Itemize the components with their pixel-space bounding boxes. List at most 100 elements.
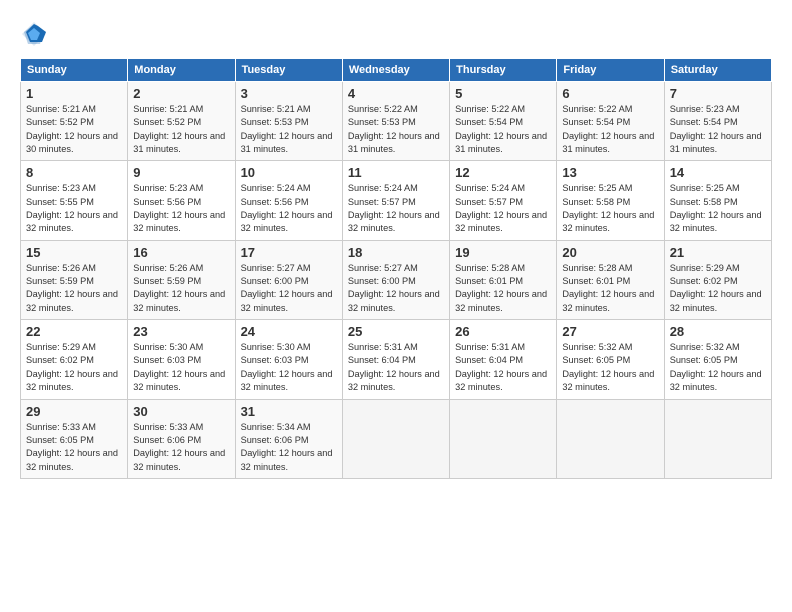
day-number: 31 [241,404,337,419]
day-number: 30 [133,404,229,419]
calendar-cell: 27 Sunrise: 5:32 AMSunset: 6:05 PMDayligh… [557,320,664,399]
day-number: 5 [455,86,551,101]
calendar-cell: 5 Sunrise: 5:22 AMSunset: 5:54 PMDaylight… [450,82,557,161]
day-info: Sunrise: 5:22 AMSunset: 5:54 PMDaylight:… [562,103,658,156]
day-number: 16 [133,245,229,260]
day-number: 1 [26,86,122,101]
calendar-week-row: 29Sunrise: 5:33 AMSunset: 6:05 PMDayligh… [21,399,772,478]
calendar-cell: 10 Sunrise: 5:24 AMSunset: 5:56 PMDayligh… [235,161,342,240]
calendar-cell: 20 Sunrise: 5:28 AMSunset: 6:01 PMDayligh… [557,240,664,319]
day-info: Sunrise: 5:21 AMSunset: 5:52 PMDaylight:… [26,103,122,156]
calendar-cell: 23 Sunrise: 5:30 AMSunset: 6:03 PMDayligh… [128,320,235,399]
day-number: 19 [455,245,551,260]
calendar-cell: 13Sunrise: 5:25 AMSunset: 5:58 PMDayligh… [557,161,664,240]
day-info: Sunrise: 5:23 AMSunset: 5:56 PMDaylight:… [133,182,229,235]
calendar-week-row: 22 Sunrise: 5:29 AMSunset: 6:02 PMDayligh… [21,320,772,399]
day-info: Sunrise: 5:31 AMSunset: 6:04 PMDaylight:… [348,341,444,394]
day-number: 28 [670,324,766,339]
calendar-cell: 18 Sunrise: 5:27 AMSunset: 6:00 PMDayligh… [342,240,449,319]
day-number: 22 [26,324,122,339]
day-number: 12 [455,165,551,180]
calendar-cell: 6 Sunrise: 5:22 AMSunset: 5:54 PMDaylight… [557,82,664,161]
day-info: Sunrise: 5:24 AMSunset: 5:56 PMDaylight:… [241,182,337,235]
day-info: Sunrise: 5:25 AMSunset: 5:58 PMDaylight:… [670,182,766,235]
calendar-week-row: 1 Sunrise: 5:21 AMSunset: 5:52 PMDaylight… [21,82,772,161]
calendar-cell: 4 Sunrise: 5:22 AMSunset: 5:53 PMDaylight… [342,82,449,161]
calendar-table: SundayMondayTuesdayWednesdayThursdayFrid… [20,58,772,479]
day-info: Sunrise: 5:31 AMSunset: 6:04 PMDaylight:… [455,341,551,394]
calendar-cell: 17 Sunrise: 5:27 AMSunset: 6:00 PMDayligh… [235,240,342,319]
calendar-cell [664,399,771,478]
calendar-cell: 15 Sunrise: 5:26 AMSunset: 5:59 PMDayligh… [21,240,128,319]
calendar-cell: 29Sunrise: 5:33 AMSunset: 6:05 PMDayligh… [21,399,128,478]
calendar-cell: 3Sunrise: 5:21 AMSunset: 5:53 PMDaylight… [235,82,342,161]
calendar-cell: 16 Sunrise: 5:26 AMSunset: 5:59 PMDayligh… [128,240,235,319]
calendar-cell: 31 Sunrise: 5:34 AMSunset: 6:06 PMDayligh… [235,399,342,478]
calendar-cell [450,399,557,478]
day-info: Sunrise: 5:29 AMSunset: 6:02 PMDaylight:… [670,262,766,315]
weekday-header-wednesday: Wednesday [342,59,449,82]
day-number: 4 [348,86,444,101]
calendar-week-row: 8Sunrise: 5:23 AMSunset: 5:55 PMDaylight… [21,161,772,240]
weekday-header-thursday: Thursday [450,59,557,82]
day-info: Sunrise: 5:22 AMSunset: 5:54 PMDaylight:… [455,103,551,156]
logo [20,18,52,48]
calendar-cell: 8Sunrise: 5:23 AMSunset: 5:55 PMDaylight… [21,161,128,240]
calendar-cell: 26Sunrise: 5:31 AMSunset: 6:04 PMDayligh… [450,320,557,399]
calendar-cell: 7 Sunrise: 5:23 AMSunset: 5:54 PMDaylight… [664,82,771,161]
day-number: 9 [133,165,229,180]
weekday-header-tuesday: Tuesday [235,59,342,82]
calendar-cell [342,399,449,478]
calendar-cell: 9 Sunrise: 5:23 AMSunset: 5:56 PMDaylight… [128,161,235,240]
day-info: Sunrise: 5:23 AMSunset: 5:55 PMDaylight:… [26,182,122,235]
day-number: 3 [241,86,337,101]
weekday-header-friday: Friday [557,59,664,82]
day-number: 25 [348,324,444,339]
day-number: 7 [670,86,766,101]
day-info: Sunrise: 5:25 AMSunset: 5:58 PMDaylight:… [562,182,658,235]
header [20,18,772,48]
day-info: Sunrise: 5:30 AMSunset: 6:03 PMDaylight:… [133,341,229,394]
day-number: 23 [133,324,229,339]
day-info: Sunrise: 5:24 AMSunset: 5:57 PMDaylight:… [348,182,444,235]
calendar-cell: 12 Sunrise: 5:24 AMSunset: 5:57 PMDayligh… [450,161,557,240]
day-info: Sunrise: 5:34 AMSunset: 6:06 PMDaylight:… [241,421,337,474]
day-info: Sunrise: 5:33 AMSunset: 6:05 PMDaylight:… [26,421,122,474]
calendar-cell: 21 Sunrise: 5:29 AMSunset: 6:02 PMDayligh… [664,240,771,319]
day-number: 20 [562,245,658,260]
weekday-header-monday: Monday [128,59,235,82]
day-number: 27 [562,324,658,339]
logo-icon [20,20,48,48]
day-info: Sunrise: 5:27 AMSunset: 6:00 PMDaylight:… [241,262,337,315]
day-number: 6 [562,86,658,101]
day-info: Sunrise: 5:26 AMSunset: 5:59 PMDaylight:… [133,262,229,315]
calendar-cell: 1 Sunrise: 5:21 AMSunset: 5:52 PMDaylight… [21,82,128,161]
day-info: Sunrise: 5:27 AMSunset: 6:00 PMDaylight:… [348,262,444,315]
calendar-cell: 25 Sunrise: 5:31 AMSunset: 6:04 PMDayligh… [342,320,449,399]
day-info: Sunrise: 5:23 AMSunset: 5:54 PMDaylight:… [670,103,766,156]
day-info: Sunrise: 5:22 AMSunset: 5:53 PMDaylight:… [348,103,444,156]
day-info: Sunrise: 5:33 AMSunset: 6:06 PMDaylight:… [133,421,229,474]
weekday-header-sunday: Sunday [21,59,128,82]
calendar-cell: 11Sunrise: 5:24 AMSunset: 5:57 PMDayligh… [342,161,449,240]
calendar-cell: 28Sunrise: 5:32 AMSunset: 6:05 PMDayligh… [664,320,771,399]
day-number: 15 [26,245,122,260]
day-number: 21 [670,245,766,260]
day-info: Sunrise: 5:32 AMSunset: 6:05 PMDaylight:… [562,341,658,394]
day-info: Sunrise: 5:28 AMSunset: 6:01 PMDaylight:… [455,262,551,315]
day-number: 18 [348,245,444,260]
calendar-cell: 19 Sunrise: 5:28 AMSunset: 6:01 PMDayligh… [450,240,557,319]
day-number: 10 [241,165,337,180]
calendar-cell: 2 Sunrise: 5:21 AMSunset: 5:52 PMDaylight… [128,82,235,161]
day-number: 17 [241,245,337,260]
day-number: 14 [670,165,766,180]
day-number: 2 [133,86,229,101]
day-info: Sunrise: 5:24 AMSunset: 5:57 PMDaylight:… [455,182,551,235]
day-info: Sunrise: 5:28 AMSunset: 6:01 PMDaylight:… [562,262,658,315]
calendar-cell: 14 Sunrise: 5:25 AMSunset: 5:58 PMDayligh… [664,161,771,240]
day-info: Sunrise: 5:26 AMSunset: 5:59 PMDaylight:… [26,262,122,315]
day-number: 24 [241,324,337,339]
day-info: Sunrise: 5:21 AMSunset: 5:52 PMDaylight:… [133,103,229,156]
calendar-cell: 30 Sunrise: 5:33 AMSunset: 6:06 PMDayligh… [128,399,235,478]
day-info: Sunrise: 5:29 AMSunset: 6:02 PMDaylight:… [26,341,122,394]
